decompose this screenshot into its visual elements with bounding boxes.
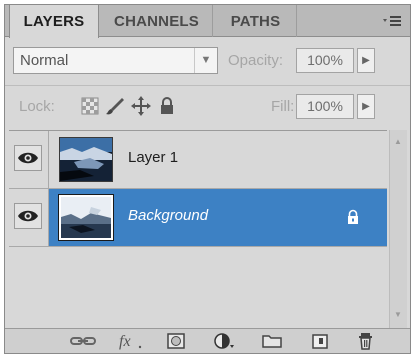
layer-row[interactable]: Layer 1: [9, 131, 387, 189]
layer-list: Layer 1 Background: [9, 130, 387, 328]
layer-list-scrollbar[interactable]: ▲ ▼: [389, 130, 407, 328]
fill-field[interactable]: 100%: [296, 94, 354, 119]
tab-layers[interactable]: LAYERS: [9, 5, 99, 38]
opacity-label: Opacity:: [228, 52, 284, 69]
layer-name[interactable]: Background: [128, 207, 208, 224]
tab-paths[interactable]: PATHS: [215, 5, 297, 37]
layers-bottom-toolbar: fx: [5, 328, 410, 353]
blend-mode-select[interactable]: Normal ▼: [13, 47, 218, 74]
adjustment-layer-icon[interactable]: [213, 332, 235, 350]
tab-channels[interactable]: CHANNELS: [101, 5, 213, 37]
add-mask-icon[interactable]: [165, 332, 187, 350]
visibility-toggle[interactable]: [9, 189, 49, 246]
opacity-field[interactable]: 100%: [296, 48, 354, 73]
layer-thumbnail[interactable]: [59, 137, 113, 182]
fill-label: Fill:: [271, 98, 295, 115]
lock-position-icon[interactable]: [131, 96, 151, 116]
lock-all-icon[interactable]: [157, 96, 177, 116]
link-layers-icon[interactable]: [69, 332, 96, 350]
new-group-icon[interactable]: [261, 332, 283, 350]
lock-image-icon[interactable]: [105, 96, 125, 116]
new-layer-icon[interactable]: [309, 332, 331, 350]
trash-icon[interactable]: [355, 332, 377, 350]
opacity-stepper[interactable]: ▶: [357, 48, 375, 73]
visibility-toggle[interactable]: [9, 131, 49, 188]
lock-label: Lock:: [19, 98, 55, 115]
lock-transparent-icon[interactable]: [80, 96, 100, 116]
layer-row-selected[interactable]: Background: [9, 189, 387, 247]
layer-thumbnail[interactable]: [58, 194, 114, 241]
fill-stepper[interactable]: ▶: [357, 94, 375, 119]
scroll-up-icon[interactable]: ▲: [394, 137, 402, 147]
fx-icon[interactable]: fx: [117, 332, 142, 350]
panel-menu-icon[interactable]: [380, 11, 404, 31]
svg-text:fx: fx: [119, 333, 131, 350]
eye-icon[interactable]: [14, 203, 42, 229]
layer-name[interactable]: Layer 1: [128, 149, 178, 166]
divider: [5, 85, 410, 86]
eye-icon[interactable]: [14, 145, 42, 171]
panel-tabbar: LAYERS CHANNELS PATHS: [5, 5, 410, 38]
layers-panel: LAYERS CHANNELS PATHS Normal ▼ Opacity: …: [4, 4, 411, 354]
scroll-down-icon[interactable]: ▼: [394, 310, 402, 320]
chevron-down-icon[interactable]: ▼: [194, 48, 217, 73]
blend-mode-value: Normal: [20, 52, 69, 69]
lock-icon: [345, 209, 361, 225]
